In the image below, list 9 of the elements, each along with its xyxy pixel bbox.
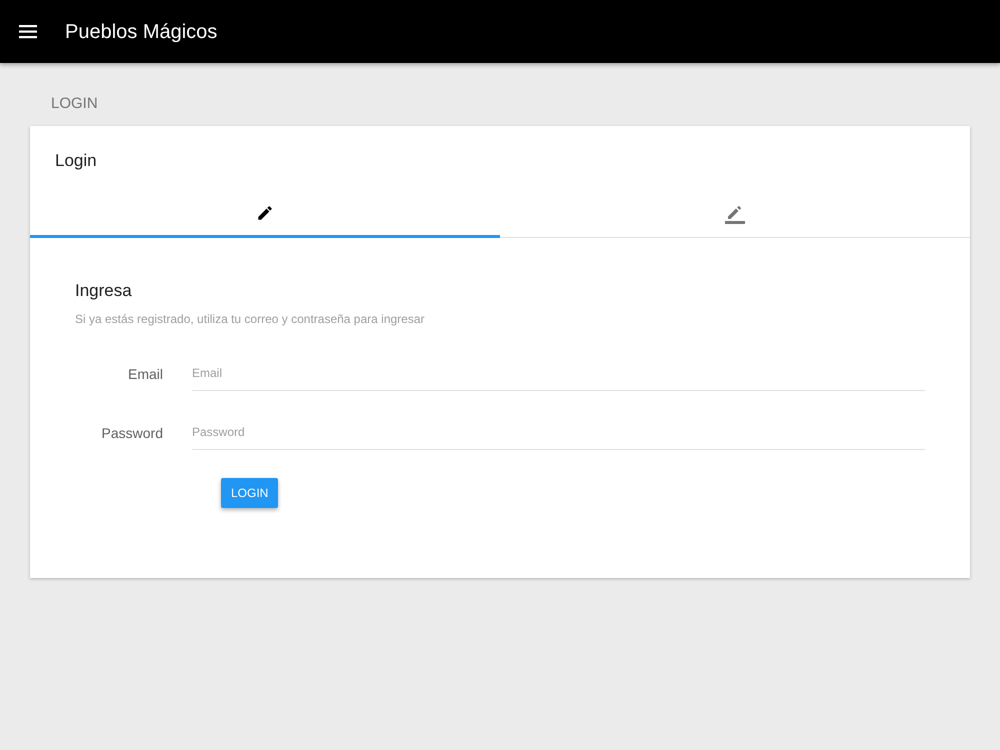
app-title: Pueblos Mágicos xyxy=(65,20,218,44)
field-label: Email xyxy=(126,364,164,384)
pencil-icon xyxy=(256,204,274,222)
login-button[interactable]: LOGIN xyxy=(221,478,278,508)
form-description: Si ya estás registrado, utiliza tu correo y contraseña para ingresar xyxy=(75,310,426,328)
page-title: LOGIN xyxy=(50,94,99,114)
card-title: Login xyxy=(54,150,98,172)
field-label: Password xyxy=(100,424,164,442)
form-heading: Ingresa xyxy=(75,280,133,302)
